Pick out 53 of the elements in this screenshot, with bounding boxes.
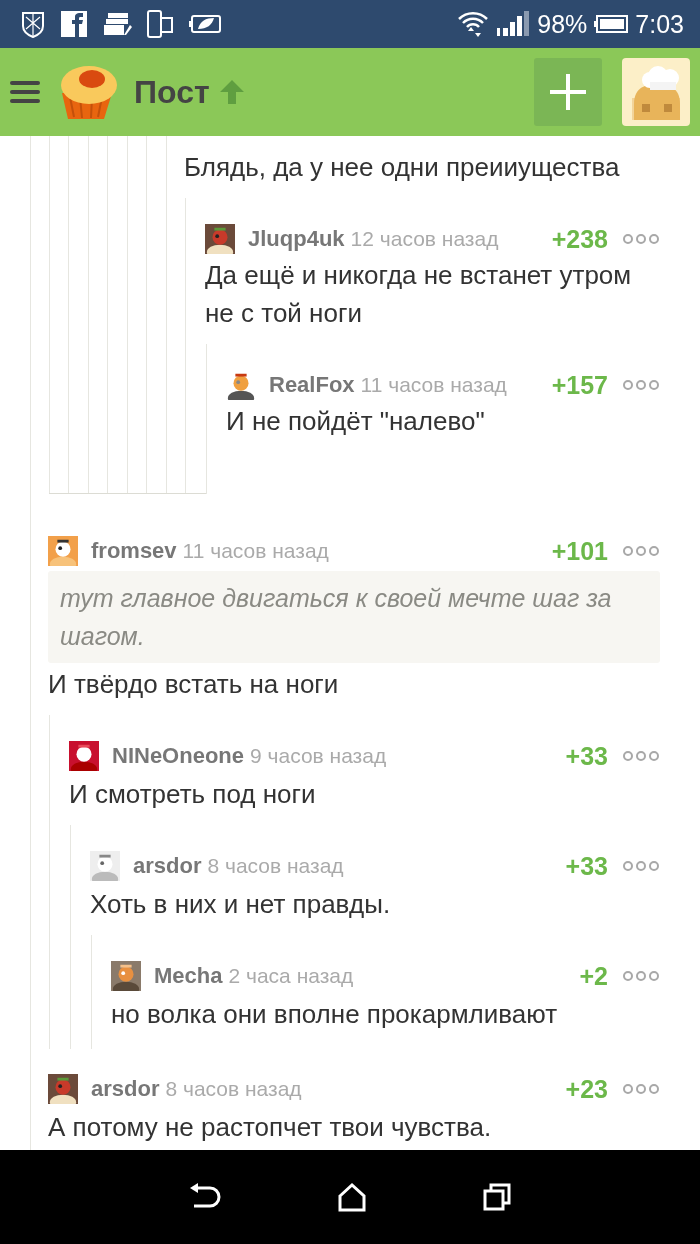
more-icon[interactable] — [622, 860, 660, 872]
page-title: Пост — [134, 73, 210, 111]
comment-text: А потому не растопчет твои чувства. — [48, 1111, 493, 1144]
more-icon[interactable] — [622, 750, 660, 762]
timestamp: 8 часов назад — [165, 1077, 302, 1101]
cards-icon — [102, 11, 132, 37]
rating: +157 — [551, 370, 608, 400]
clock: 7:03 — [635, 9, 684, 39]
author-name[interactable]: fromsev — [91, 538, 177, 564]
timestamp: 9 часов назад — [250, 744, 387, 768]
comment-text: Да ещё и никогда не встанет утром не с той ноги — [205, 259, 633, 330]
rating: +33 — [565, 851, 608, 881]
battery-saver-icon — [188, 13, 222, 35]
more-icon[interactable] — [622, 233, 660, 245]
comment-text: И не пойдёт "налево" — [226, 405, 486, 438]
author-name[interactable]: arsdor — [91, 1076, 160, 1102]
comment-text: Хоть в них и нет правды. — [90, 888, 392, 921]
author-name[interactable]: Jluqp4uk — [248, 226, 345, 252]
rating: +33 — [565, 741, 608, 771]
wifi-icon — [457, 9, 490, 39]
app-icon — [60, 10, 88, 38]
timestamp: 2 часа назад — [228, 964, 354, 988]
quote-block: тут главное двигаться к своей мечте шаг за шагом. — [48, 571, 660, 663]
shield-icon — [20, 10, 46, 38]
plus-icon — [548, 72, 588, 112]
comment-text: И твёрдо встать на ноги — [48, 668, 340, 701]
recent-apps-icon[interactable] — [482, 1182, 513, 1212]
rating: +101 — [551, 536, 608, 566]
more-icon[interactable] — [622, 545, 660, 557]
more-icon[interactable] — [622, 1083, 660, 1095]
menu-icon[interactable] — [10, 80, 40, 104]
timestamp: 8 часов назад — [207, 854, 344, 878]
author-name[interactable]: Mecha — [154, 963, 223, 989]
comment-text: но волка они вполне прокармливают — [111, 998, 559, 1031]
more-icon[interactable] — [622, 970, 660, 982]
rating: +23 — [565, 1074, 608, 1104]
rating: +238 — [551, 224, 608, 254]
signal-icon — [495, 10, 532, 38]
timestamp: 11 часов назад — [360, 373, 507, 397]
author-name[interactable]: arsdor — [133, 853, 202, 879]
battery-percent: 98% — [537, 9, 588, 39]
home-icon[interactable] — [337, 1182, 367, 1212]
comment-text: Блядь, да у нее одни преииущества — [184, 151, 621, 184]
devices-icon — [146, 10, 174, 38]
comment-text: И смотреть под ноги — [69, 778, 317, 811]
more-icon[interactable] — [622, 379, 660, 391]
timestamp: 12 часов назад — [350, 227, 499, 251]
author-name[interactable]: RealFox — [269, 372, 355, 398]
author-name[interactable]: NINeOneone — [112, 743, 245, 769]
add-button[interactable] — [534, 58, 602, 126]
battery-icon — [593, 14, 630, 34]
rating: +2 — [579, 961, 608, 991]
timestamp: 11 часов назад — [182, 539, 329, 563]
